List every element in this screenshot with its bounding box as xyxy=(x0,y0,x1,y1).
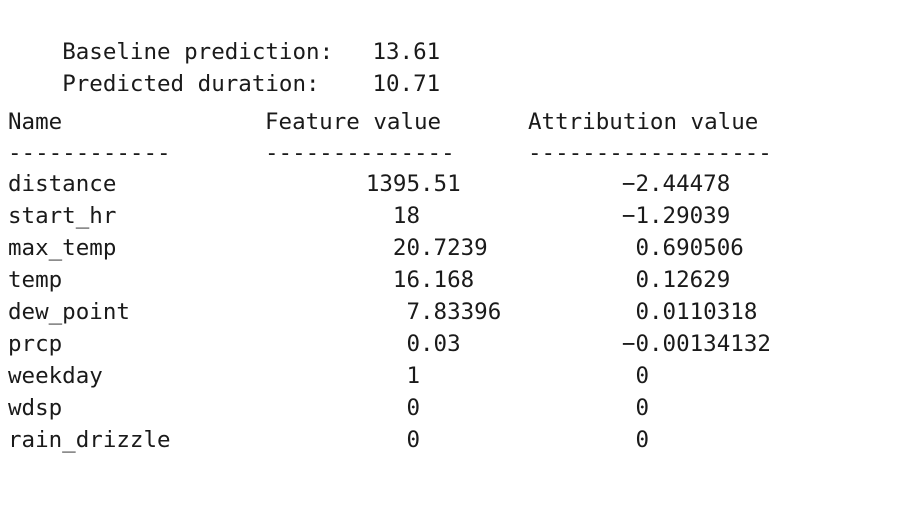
baseline-prediction-row: Baseline prediction: 13.61 xyxy=(8,4,440,65)
predicted-duration-label: Predicted duration: xyxy=(62,71,320,97)
table-separator-row: ------------ -------------- ------------… xyxy=(8,138,900,168)
feature-value-fraction-part: .03 xyxy=(420,331,461,357)
separator-attribution-value: ------------------ xyxy=(528,140,772,166)
feature-value-integer-part: 0 xyxy=(406,331,420,357)
table-header-row: Name Feature value Attribution value xyxy=(8,106,900,138)
table-row: wdsp 0 0 xyxy=(8,392,900,424)
table-row: temp 16.168 0.12629 xyxy=(8,264,900,296)
cell-feature-name: dew_point xyxy=(8,299,130,325)
table-row: dew_point 7.83396 0.0110318 xyxy=(8,296,900,328)
feature-value-integer-part: 16 xyxy=(392,267,420,293)
table-row: prcp 0.03 −0.00134132 xyxy=(8,328,900,360)
column-header-attribution-value: Attribution value xyxy=(528,109,759,135)
cell-feature-name: max_temp xyxy=(8,235,117,261)
feature-value-fraction-part: .168 xyxy=(420,267,475,293)
feature-value-fraction-part: .51 xyxy=(420,171,461,197)
attribution-value-integer-part: 0 xyxy=(635,267,649,293)
table-row: weekday 1 0 xyxy=(8,360,900,392)
separator-feature-value: -------------- xyxy=(265,140,455,166)
attribution-value-fraction-part: .12629 xyxy=(649,267,731,293)
cell-feature-name: start_hr xyxy=(8,203,117,229)
table-row: max_temp 20.7239 0.690506 xyxy=(8,232,900,264)
separator-name: ------------ xyxy=(8,140,171,166)
prediction-attribution-output: Baseline prediction: 13.61 Predicted dura… xyxy=(0,0,900,528)
table-row: rain_drizzle 0 0 xyxy=(8,424,900,456)
attribution-value-fraction-part: .690506 xyxy=(649,235,744,261)
cell-feature-name: wdsp xyxy=(8,395,63,421)
feature-value-integer-part: 18 xyxy=(392,203,420,229)
feature-value-fraction-part: .7239 xyxy=(420,235,488,261)
feature-value-integer-part: 0 xyxy=(406,427,420,453)
table-body: distance 1395.51 −2.44478 start_hr 18 −1.2903… xyxy=(8,168,900,456)
feature-value-integer-part: 7 xyxy=(406,299,420,325)
feature-value-integer-part: 1395 xyxy=(365,171,420,197)
attribution-value-integer-part: 0 xyxy=(635,427,649,453)
table-row: start_hr 18 −1.29039 xyxy=(8,200,900,232)
feature-value-integer-part: 1 xyxy=(406,363,420,389)
cell-feature-name: prcp xyxy=(8,331,63,357)
attribution-value-fraction-part: .44478 xyxy=(649,171,731,197)
cell-feature-name: weekday xyxy=(8,363,103,389)
table-row: distance 1395.51 −2.44478 xyxy=(8,168,900,200)
feature-value-fraction-part: .83396 xyxy=(420,299,502,325)
attribution-value-integer-part: 0 xyxy=(635,299,649,325)
cell-feature-name: temp xyxy=(8,267,63,293)
attribution-value-integer-part: −2 xyxy=(621,171,649,197)
column-header-feature-value: Feature value xyxy=(265,109,442,135)
predicted-duration-row: Predicted duration: 10.71 xyxy=(8,36,440,97)
attribution-value-fraction-part: .29039 xyxy=(649,203,731,229)
predicted-duration-value: 10.71 xyxy=(372,71,441,97)
attribution-value-integer-part: 0 xyxy=(635,395,649,421)
cell-feature-name: distance xyxy=(8,171,117,197)
attribution-value-integer-part: −0 xyxy=(621,331,649,357)
attribution-value-integer-part: 0 xyxy=(635,235,649,261)
attribution-value-integer-part: −1 xyxy=(621,203,649,229)
attribution-value-integer-part: 0 xyxy=(635,363,649,389)
attribution-table: Name Feature value Attribution value ---… xyxy=(8,106,900,456)
feature-value-integer-part: 20 xyxy=(392,235,420,261)
attribution-value-fraction-part: .00134132 xyxy=(649,331,771,357)
feature-value-integer-part: 0 xyxy=(406,395,420,421)
column-header-name: Name xyxy=(8,109,63,135)
cell-feature-name: rain_drizzle xyxy=(8,427,171,453)
attribution-value-fraction-part: .0110318 xyxy=(649,299,758,325)
